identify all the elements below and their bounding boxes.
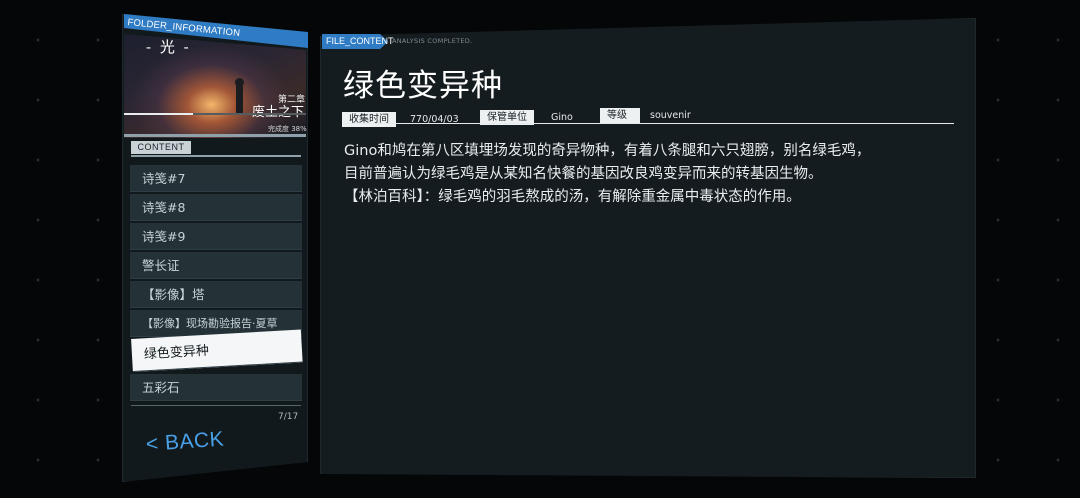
list-item[interactable]: 诗笺#8 [130, 194, 302, 221]
collect-time-value: 770/04/03 [410, 114, 459, 125]
chapter-progress-fill [124, 113, 194, 115]
description-line: Gino和鸠在第八区填埋场发现的奇异物种，有着八条腿和六只翅膀，别名绿毛鸡， [344, 143, 871, 159]
list-count: 7/17 [278, 412, 299, 422]
list-item[interactable]: 警长证 [130, 252, 302, 279]
cover-figure [236, 84, 243, 114]
content-divider [131, 155, 301, 157]
content-list: 诗笺#7 诗笺#8 诗笺#9 警长证 【影像】塔 【影像】现场勘验报告·夏草 绿… [130, 165, 303, 403]
chapter-progress-text: 完成度 38% [268, 125, 307, 133]
list-item[interactable]: 五彩石 [130, 374, 302, 401]
content-tab: CONTENT [131, 141, 191, 154]
list-item[interactable]: 诗笺#9 [130, 223, 302, 250]
list-footer-divider [131, 405, 301, 406]
grade-label: 等级 [600, 108, 640, 123]
chapter-title: 废土之下 [252, 101, 304, 120]
description-line: 【林泊百科】：绿毛鸡的羽毛熬成的汤，有解除重金属中毒状态的作用。 [344, 189, 801, 205]
analysis-status: ANALYSIS COMPLETED. [392, 37, 473, 45]
file-content-tab-label: FILE_CONTENT [326, 36, 394, 46]
cover-title: - 光 - [146, 38, 191, 56]
chapter-progress-bar [124, 113, 306, 115]
list-item[interactable]: 诗笺#7 [130, 165, 302, 192]
file-description: Gino和鸠在第八区填埋场发现的奇异物种，有着八条腿和六只翅膀，别名绿毛鸡， 目… [344, 140, 944, 209]
list-item[interactable]: 【影像】塔 [130, 281, 302, 308]
collect-time-label: 收集时间 [342, 112, 396, 127]
cover-bottom-bar [124, 134, 306, 137]
file-title: 绿色变异种 [343, 68, 503, 104]
grade-value: souvenir [650, 110, 691, 121]
meta-divider [342, 123, 954, 124]
description-line: 目前普遍认为绿毛鸡是从某知名快餐的基因改良鸡变异而来的转基因生物。 [344, 166, 823, 182]
